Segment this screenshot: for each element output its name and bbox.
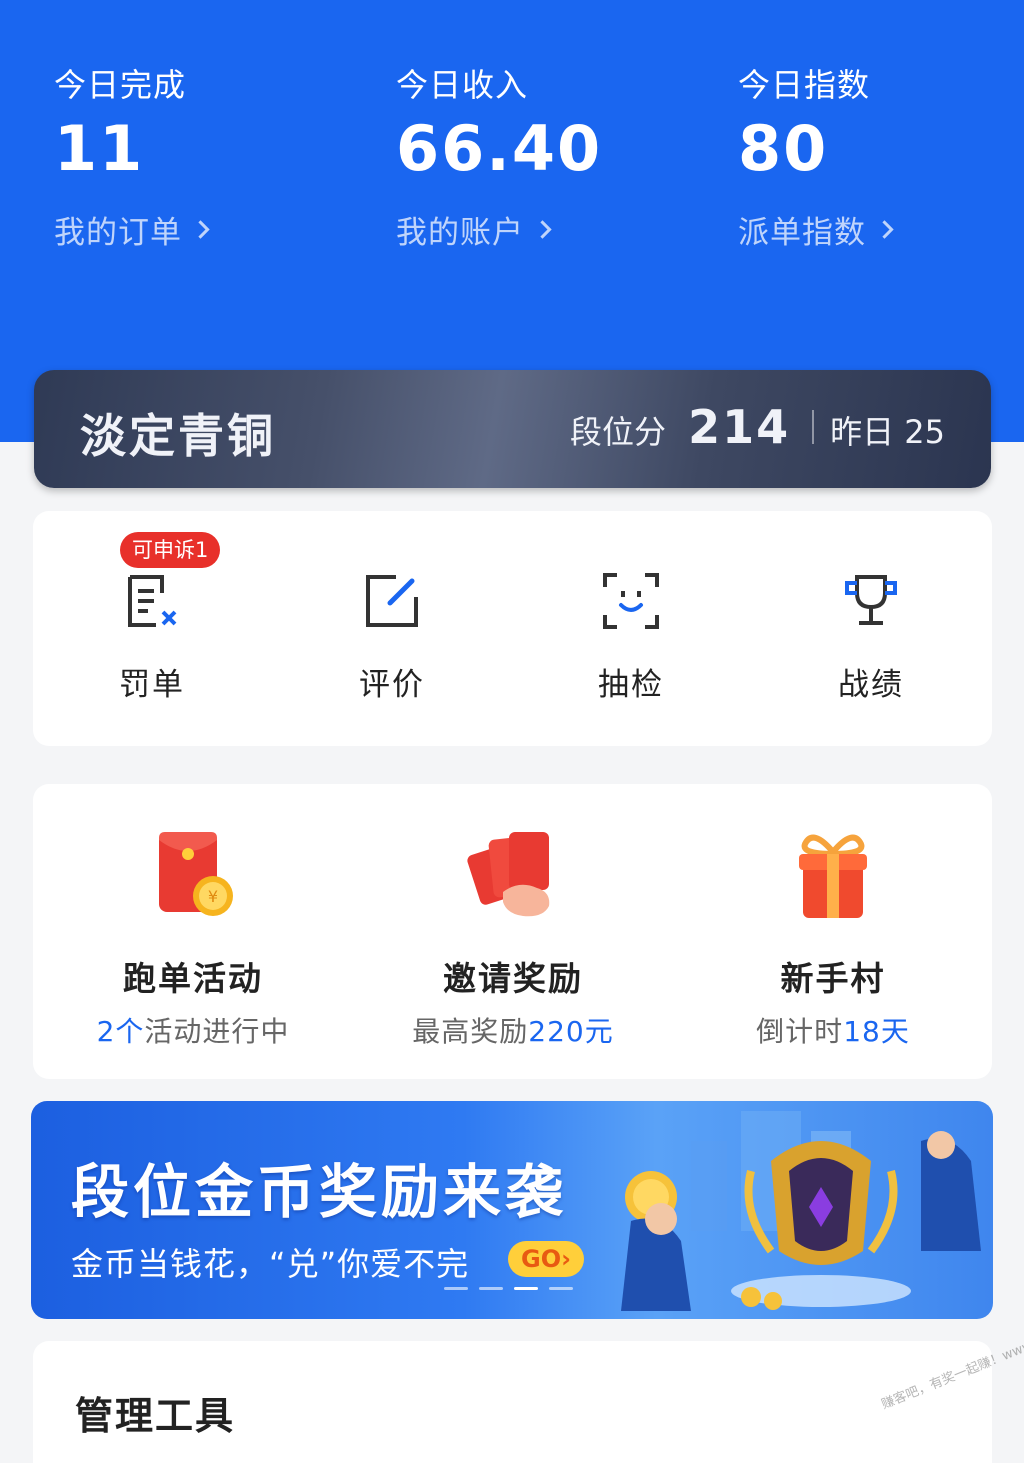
chevron-right-icon [191,220,210,239]
activity-title: 跑单活动 [123,959,263,998]
banner-title: 段位金币奖励来袭 [71,1158,568,1226]
inspection-button[interactable]: 抽检 [531,511,731,746]
gift-box-icon [799,834,867,918]
action-label: 评价 [359,667,425,703]
carousel-dot [444,1287,468,1290]
activity-subtitle: 最高奖励220元 [412,1015,614,1048]
stat-today-index: 今日指数 80 派单指数 [738,0,1024,300]
dispatch-index-link[interactable]: 派单指数 [738,207,894,252]
rank-title: 淡定青铜 [80,409,276,463]
red-envelopes-hand-icon [467,832,550,917]
stat-label: 今日指数 [738,66,871,104]
stat-today-income: 今日收入 66.40 我的账户 [396,0,736,300]
banner-subtitle: 金币当钱花，“兑”你爱不完 [71,1245,470,1283]
action-label: 战绩 [838,667,904,703]
stat-label: 今日收入 [396,66,529,104]
management-tools-card: 管理工具 [33,1341,992,1463]
achievements-button[interactable]: 战绩 [771,511,971,746]
review-button[interactable]: 评价 [292,511,492,746]
chevron-right-icon [533,220,552,239]
stat-value: 80 [738,112,829,185]
carousel-indicator [444,1287,573,1290]
activity-title: 邀请奖励 [443,959,583,998]
appeal-badge: 可申诉1 [120,532,221,568]
carousel-dot-active [514,1287,538,1290]
carousel-dot [549,1287,573,1290]
divider [812,410,815,444]
svg-text:¥: ¥ [208,887,218,906]
ticket-x-icon [128,575,177,627]
activity-title: 新手村 [780,959,886,998]
red-envelope-coin-icon: ¥ [159,832,233,916]
activity-subtitle: 2个活动进行中 [96,1015,290,1048]
trophy-icon [845,575,897,625]
link-label: 我的账户 [396,215,524,251]
face-scan-icon [603,573,659,629]
stat-today-completed: 今日完成 11 我的订单 [54,0,394,300]
stat-label: 今日完成 [54,66,187,104]
run-order-activity[interactable]: ¥ 跑单活动 2个活动进行中 [33,784,353,1079]
carousel-dot [479,1287,503,1290]
activities-card: ¥ 跑单活动 2个活动进行中 邀请奖励 最高奖励220元 新手村 倒计时18天 [33,784,992,1079]
my-orders-link[interactable]: 我的订单 [54,207,210,252]
stat-value: 66.40 [396,112,603,185]
activity-subtitle: 倒计时18天 [756,1015,910,1048]
banner-illustration [621,1111,981,1311]
action-label: 抽检 [598,667,664,703]
invite-reward-activity[interactable]: 邀请奖励 最高奖励220元 [353,784,673,1079]
edit-icon [366,575,418,627]
chevron-right-icon [875,220,894,239]
stat-value: 11 [54,112,145,185]
section-title: 管理工具 [75,1394,236,1438]
newbie-village-activity[interactable]: 新手村 倒计时18天 [673,784,993,1079]
my-account-link[interactable]: 我的账户 [396,207,552,252]
action-label: 罚单 [119,667,185,703]
rank-score-group: 段位分 214 昨日 25 [570,400,945,454]
rank-card[interactable]: 淡定青铜 段位分 214 昨日 25 [34,370,991,488]
rank-yesterday: 昨日 25 [830,413,945,451]
link-label: 派单指数 [738,215,866,251]
penalty-button[interactable]: 罚单 可申诉1 [52,511,252,746]
link-label: 我的订单 [54,215,182,251]
go-button[interactable]: GO› [508,1241,584,1277]
rank-coin-reward-banner[interactable]: 段位金币奖励来袭 金币当钱花，“兑”你爱不完 GO› [31,1101,993,1319]
quick-actions-card: 罚单 可申诉1 评价 抽检 战绩 [33,511,992,746]
rank-score: 214 [688,400,791,454]
rank-score-label: 段位分 [570,413,667,451]
